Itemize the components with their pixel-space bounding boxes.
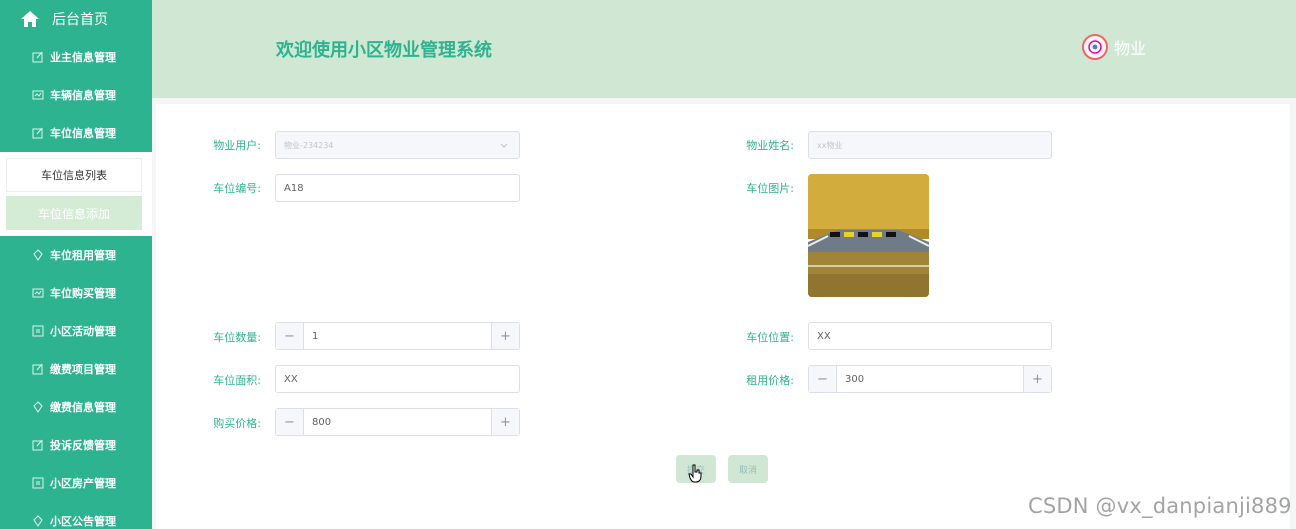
sidebar-item-feedback[interactable]: 投诉反馈管理 bbox=[0, 426, 152, 464]
sidebar-item-parking[interactable]: 车位信息管理 bbox=[0, 114, 152, 152]
sidebar-item-rent[interactable]: 车位租用管理 bbox=[0, 236, 152, 274]
edit-icon bbox=[32, 127, 44, 139]
sidebar-item-label: 车位信息管理 bbox=[50, 127, 116, 140]
space-count-value[interactable]: 1 bbox=[304, 323, 491, 349]
sidebar-item-label: 投诉反馈管理 bbox=[50, 439, 116, 452]
rent-price-stepper[interactable]: − 300 + bbox=[808, 365, 1052, 393]
home-icon bbox=[20, 9, 40, 29]
sidebar-item-notice[interactable]: 小区公告管理 bbox=[0, 502, 152, 529]
edit-icon bbox=[32, 51, 44, 63]
hand-cursor-icon bbox=[688, 464, 704, 484]
sidebar-item-owner[interactable]: 业主信息管理 bbox=[0, 38, 152, 76]
sidebar-item-label: 缴费项目管理 bbox=[50, 363, 116, 376]
increment-button[interactable]: + bbox=[491, 323, 519, 349]
buy-price-label: 购买价格: bbox=[213, 417, 261, 430]
space-area-label: 车位面积: bbox=[213, 374, 261, 387]
property-user-label: 物业用户: bbox=[213, 139, 261, 152]
sidebar-item-buy[interactable]: 车位购买管理 bbox=[0, 274, 152, 312]
sidebar-home-label: 后台首页 bbox=[52, 12, 108, 28]
buy-price-value[interactable]: 800 bbox=[304, 409, 491, 435]
diamond-icon bbox=[32, 515, 44, 527]
sidebar-submenu: 车位信息列表 车位信息添加 bbox=[0, 152, 152, 236]
increment-button[interactable]: + bbox=[491, 409, 519, 435]
decrement-button[interactable]: − bbox=[276, 323, 304, 349]
space-area-value: XX bbox=[284, 373, 298, 385]
space-area-input[interactable]: XX bbox=[275, 365, 520, 393]
space-no-label: 车位编号: bbox=[213, 182, 261, 195]
watermark: CSDN @vx_danpianji889 bbox=[1028, 494, 1292, 518]
sidebar-item-fee-item[interactable]: 缴费项目管理 bbox=[0, 350, 152, 388]
rent-price-label: 租用价格: bbox=[746, 374, 794, 387]
buy-price-stepper[interactable]: − 800 + bbox=[275, 408, 520, 436]
sidebar-item-label: 缴费信息管理 bbox=[50, 401, 116, 414]
doc-icon bbox=[32, 477, 44, 489]
sidebar-item-label: 业主信息管理 bbox=[50, 51, 116, 64]
user-name: 物业 bbox=[1114, 39, 1147, 58]
chevron-down-icon bbox=[499, 140, 509, 150]
diamond-icon bbox=[32, 401, 44, 413]
sidebar: 后台首页 业主信息管理 车辆信息管理 车位信息管理 车位信息列表 车位信息添加 … bbox=[0, 0, 152, 529]
avatar bbox=[1082, 34, 1108, 60]
sidebar-sub-label: 车位信息添加 bbox=[37, 206, 110, 221]
sidebar-sub-label: 车位信息列表 bbox=[41, 169, 107, 182]
edit-icon bbox=[32, 439, 44, 451]
user-menu[interactable]: 物业 bbox=[1082, 34, 1146, 60]
chart-icon bbox=[32, 89, 44, 101]
chart-icon bbox=[32, 287, 44, 299]
sidebar-item-label: 车辆信息管理 bbox=[50, 89, 116, 102]
sidebar-item-activity[interactable]: 小区活动管理 bbox=[0, 312, 152, 350]
sidebar-item-label: 车位租用管理 bbox=[50, 249, 116, 262]
space-location-label: 车位位置: bbox=[746, 331, 794, 344]
property-name-label: 物业姓名: bbox=[746, 139, 794, 152]
property-user-select: 物业-234234 bbox=[275, 131, 520, 159]
sidebar-home[interactable]: 后台首页 bbox=[0, 0, 152, 38]
sidebar-sub-add[interactable]: 车位信息添加 bbox=[6, 196, 142, 230]
page-title: 欢迎使用小区物业管理系统 bbox=[276, 40, 492, 61]
sidebar-item-vehicle[interactable]: 车辆信息管理 bbox=[0, 76, 152, 114]
diamond-icon bbox=[32, 249, 44, 261]
space-no-input[interactable]: A18 bbox=[275, 174, 520, 202]
sidebar-item-property[interactable]: 小区房产管理 bbox=[0, 464, 152, 502]
space-location-input[interactable]: XX bbox=[808, 322, 1052, 350]
sidebar-item-fee-info[interactable]: 缴费信息管理 bbox=[0, 388, 152, 426]
sidebar-item-label: 小区公告管理 bbox=[50, 515, 116, 528]
doc-icon bbox=[32, 325, 44, 337]
sidebar-item-label: 小区活动管理 bbox=[50, 325, 116, 338]
parking-space-image[interactable] bbox=[808, 174, 929, 297]
top-header: 欢迎使用小区物业管理系统 物业 bbox=[152, 0, 1296, 98]
space-count-stepper[interactable]: − 1 + bbox=[275, 322, 520, 350]
rent-price-value[interactable]: 300 bbox=[837, 366, 1023, 392]
sidebar-sub-list[interactable]: 车位信息列表 bbox=[6, 158, 142, 192]
space-location-value: XX bbox=[817, 330, 831, 342]
decrement-button[interactable]: − bbox=[809, 366, 837, 392]
sidebar-item-label: 小区房产管理 bbox=[50, 477, 116, 490]
space-no-value: A18 bbox=[284, 182, 304, 194]
property-name-value: xx物业 bbox=[817, 140, 843, 150]
space-count-label: 车位数量: bbox=[213, 331, 261, 344]
property-name-field: xx物业 bbox=[808, 131, 1052, 159]
space-image-label: 车位图片: bbox=[746, 182, 794, 195]
sidebar-item-label: 车位购买管理 bbox=[50, 287, 116, 300]
edit-icon bbox=[32, 363, 44, 375]
increment-button[interactable]: + bbox=[1023, 366, 1051, 392]
decrement-button[interactable]: − bbox=[276, 409, 304, 435]
form-panel: 物业用户: 物业-234234 物业姓名: xx物业 车位编号: A18 车位图… bbox=[156, 104, 1290, 529]
property-user-value: 物业-234234 bbox=[284, 140, 334, 150]
cancel-button[interactable]: 取消 bbox=[728, 455, 768, 483]
